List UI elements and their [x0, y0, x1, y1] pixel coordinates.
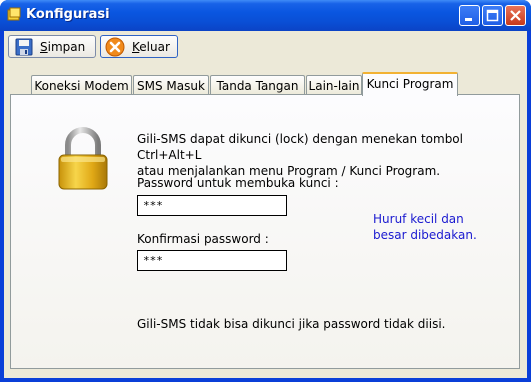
intro-text: Gili-SMS dapat dikunci (lock) dengan men…: [137, 132, 463, 178]
config-window: Konfigurasi Simpan Keluar Koneksi Modem …: [0, 0, 531, 382]
close-icon: [510, 10, 521, 21]
maximize-icon: [486, 9, 499, 22]
footer-note: Gili-SMS tidak bisa dikunci jika passwor…: [137, 317, 446, 331]
maximize-button[interactable]: [482, 5, 503, 26]
tab-lain-lain[interactable]: Lain-lain: [306, 75, 362, 95]
tab-kunci-program[interactable]: Kunci Program: [362, 72, 458, 96]
exit-icon: [105, 37, 125, 57]
minimize-icon: [465, 18, 472, 21]
confirm-password-label: Konfirmasi password :: [137, 232, 269, 246]
case-sensitive-note: Huruf kecil dan besar dibedakan.: [373, 212, 477, 242]
window-title: Konfigurasi: [26, 7, 110, 22]
exit-button[interactable]: Keluar: [100, 35, 178, 58]
close-button[interactable]: [505, 5, 526, 26]
save-button[interactable]: Simpan: [8, 35, 96, 58]
save-label: Simpan: [40, 40, 86, 54]
tab-koneksi-modem[interactable]: Koneksi Modem: [31, 75, 132, 95]
padlock-icon: [58, 127, 108, 190]
app-icon: [7, 7, 21, 21]
exit-label: Keluar: [132, 40, 170, 54]
tab-tanda-tangan[interactable]: Tanda Tangan: [210, 75, 305, 95]
window-client-area: Simpan Keluar Koneksi Modem SMS Masuk Ta…: [4, 31, 527, 378]
password-label: Password untuk membuka kunci :: [137, 176, 339, 190]
password-field[interactable]: ***: [137, 195, 287, 216]
minimize-button[interactable]: [459, 5, 480, 26]
tab-sms-masuk[interactable]: SMS Masuk: [133, 75, 209, 95]
tab-panel-kunci-program: Gili-SMS dapat dikunci (lock) dengan men…: [10, 94, 520, 369]
title-bar[interactable]: Konfigurasi: [0, 0, 531, 31]
confirm-password-field[interactable]: ***: [137, 250, 287, 271]
tab-strip: Koneksi Modem SMS Masuk Tanda Tangan Lai…: [4, 71, 527, 96]
save-icon: [15, 38, 33, 56]
